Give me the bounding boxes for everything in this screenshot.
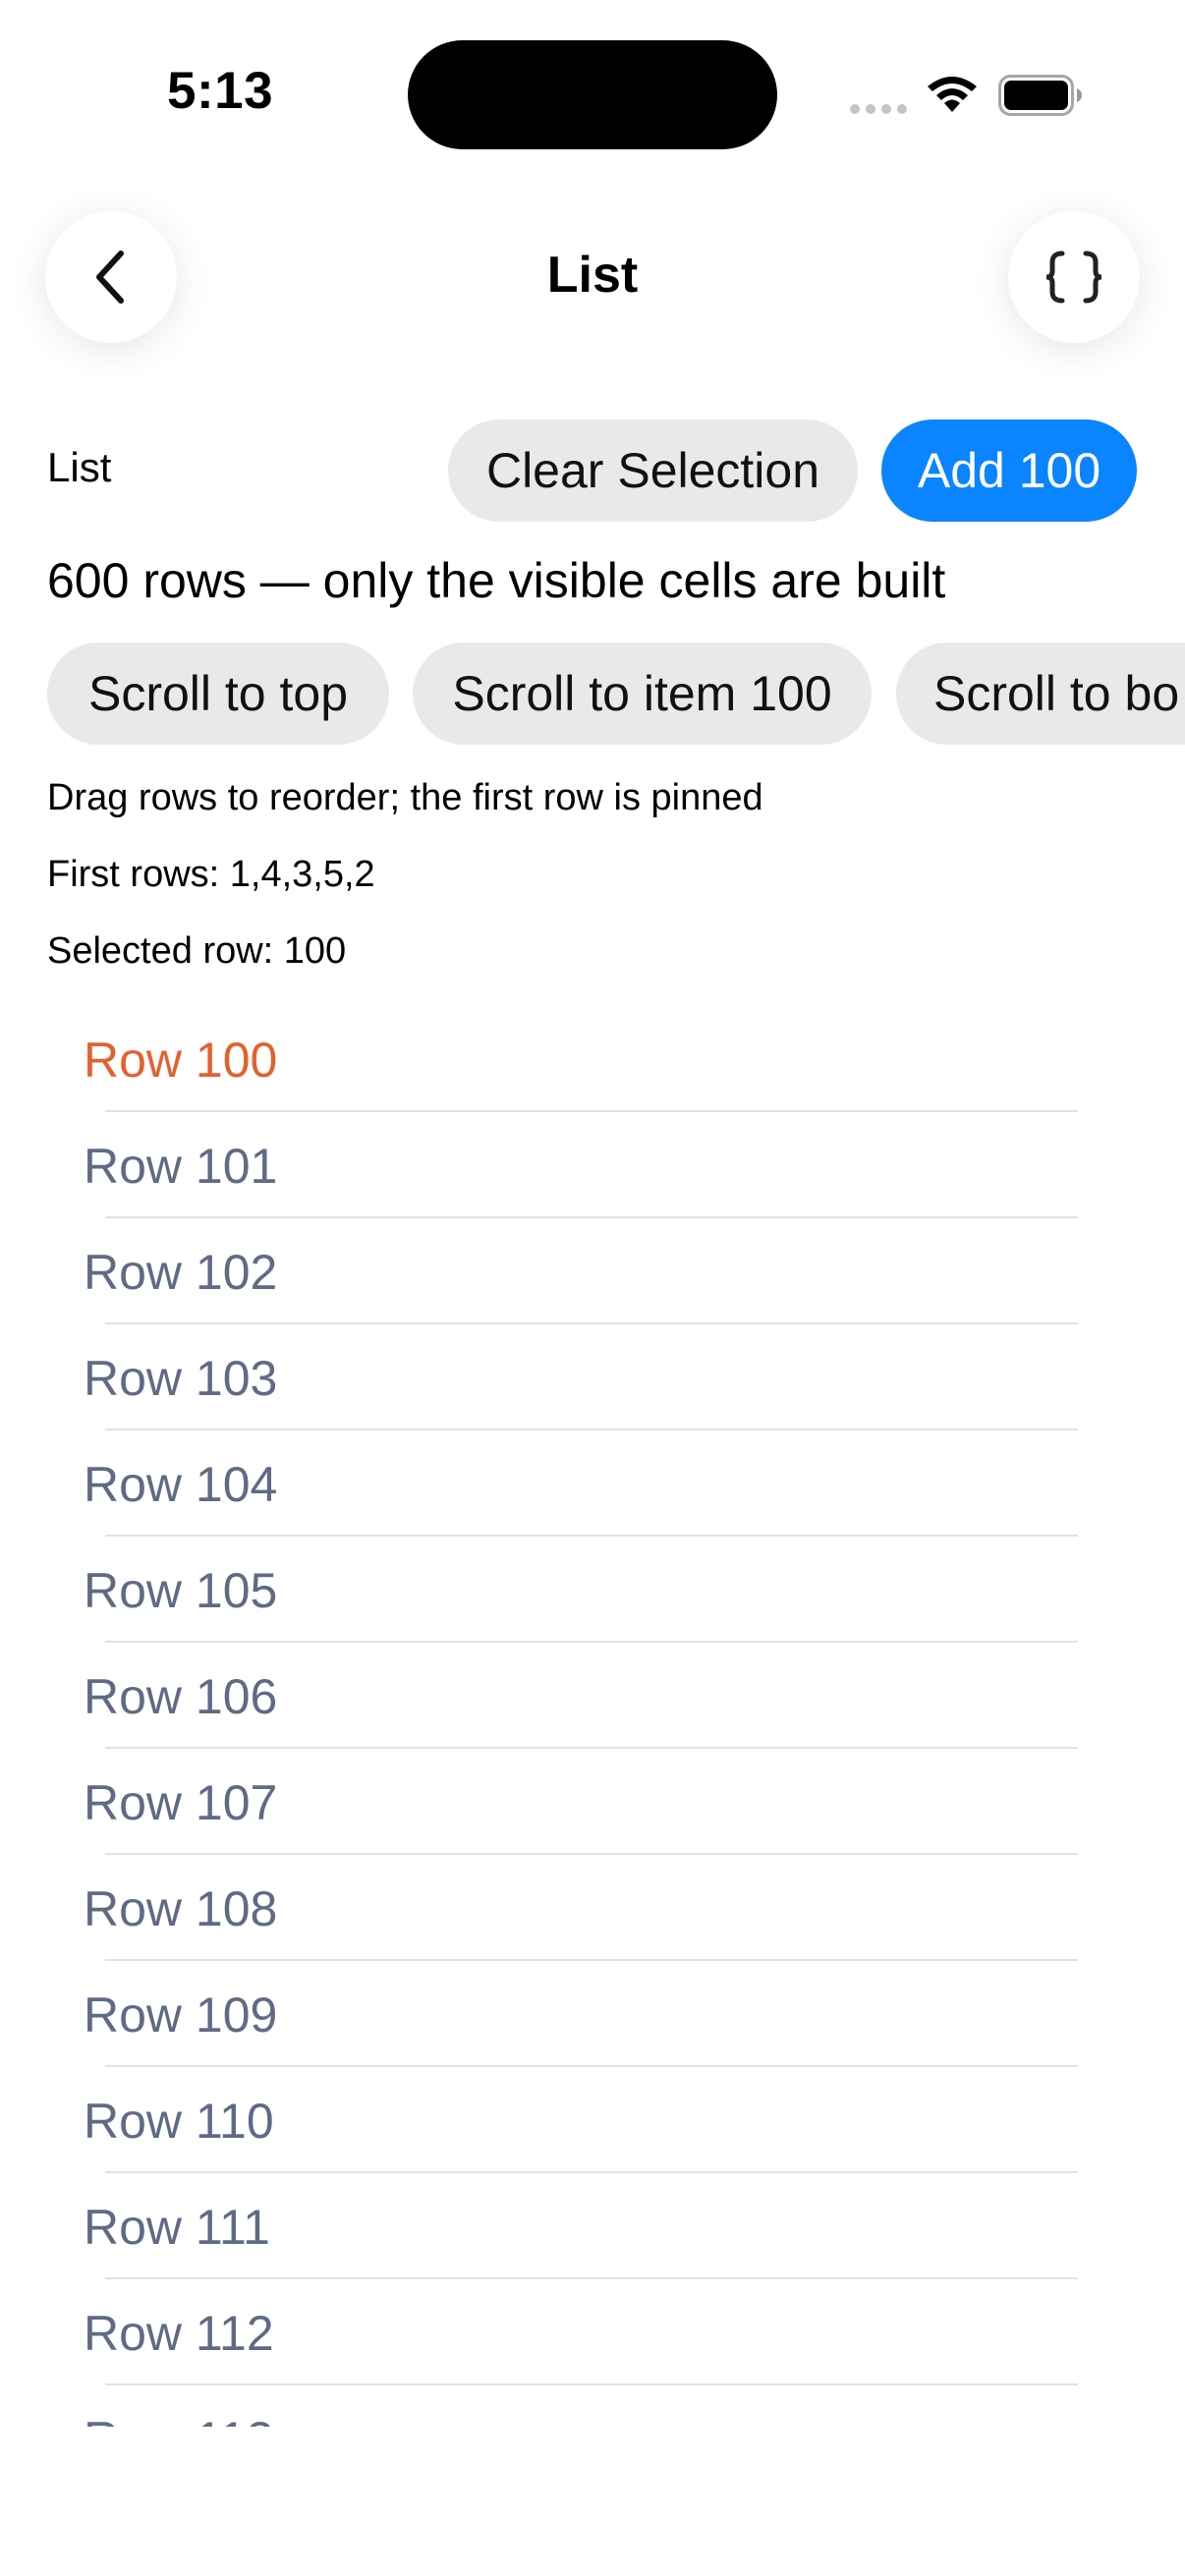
row-label: Row 106 (84, 1669, 278, 1724)
curly-braces-icon (1045, 251, 1102, 304)
list-row[interactable]: Row 102 (0, 1218, 1185, 1324)
list-row[interactable]: Row 110 (0, 2067, 1185, 2173)
scroll-to-top-button[interactable]: Scroll to top (47, 643, 389, 745)
reorder-hint: Drag rows to reorder; the first row is p… (47, 777, 763, 818)
code-view-button[interactable] (1008, 211, 1140, 343)
row-label: Row 107 (84, 1775, 278, 1830)
row-label: Row 113 (84, 2411, 274, 2427)
scroll-buttons-strip[interactable]: Scroll to top Scroll to item 100 Scroll … (0, 643, 1185, 747)
row-label: Row 103 (84, 1351, 278, 1406)
list-row[interactable]: Row 113 (0, 2385, 1185, 2427)
list-row[interactable]: Row 105 (0, 1537, 1185, 1643)
row-label: Row 112 (84, 2306, 274, 2361)
cellular-signal-icon (850, 104, 907, 114)
row-label: Row 105 (84, 1563, 278, 1618)
list-row[interactable]: Row 109 (0, 1961, 1185, 2067)
row-label: Row 108 (84, 1881, 278, 1936)
row-list[interactable]: Row 100 Row 101 Row 102 Row 103 Row 104 Row 1… (0, 1006, 1185, 2427)
scroll-to-item-button[interactable]: Scroll to item 100 (413, 643, 872, 745)
status-time: 5:13 (167, 62, 274, 120)
scroll-to-bottom-button[interactable]: Scroll to bo (896, 643, 1185, 745)
list-row[interactable]: Row 108 (0, 1855, 1185, 1961)
row-label: Row 110 (84, 2094, 274, 2149)
list-row[interactable]: Row 103 (0, 1324, 1185, 1430)
clear-selection-button[interactable]: Clear Selection (448, 420, 858, 522)
list-row[interactable]: Row 111 (0, 2173, 1185, 2279)
list-row[interactable]: Row 112 (0, 2279, 1185, 2385)
row-label: Row 111 (84, 2200, 270, 2255)
list-row[interactable]: Row 104 (0, 1430, 1185, 1537)
battery-icon (998, 75, 1082, 116)
list-row[interactable]: Row 101 (0, 1112, 1185, 1218)
list-row[interactable]: Row 106 (0, 1643, 1185, 1749)
list-label: List (47, 444, 112, 490)
first-rows-text: First rows: 1,4,3,5,2 (47, 854, 375, 895)
list-row[interactable]: Row 107 (0, 1749, 1185, 1855)
row-label: Row 101 (84, 1139, 278, 1194)
row-label: Row 100 (84, 1033, 278, 1088)
wifi-icon (928, 77, 977, 112)
add-100-button[interactable]: Add 100 (881, 420, 1137, 522)
row-label: Row 102 (84, 1245, 278, 1300)
row-label: Row 109 (84, 1988, 278, 2043)
selected-row-text: Selected row: 100 (47, 930, 347, 972)
row-label: Row 104 (84, 1457, 278, 1512)
list-row[interactable]: Row 100 (0, 1006, 1185, 1112)
dynamic-island (408, 40, 777, 149)
rows-info-text: 600 rows — only the visible cells are bu… (47, 553, 946, 608)
